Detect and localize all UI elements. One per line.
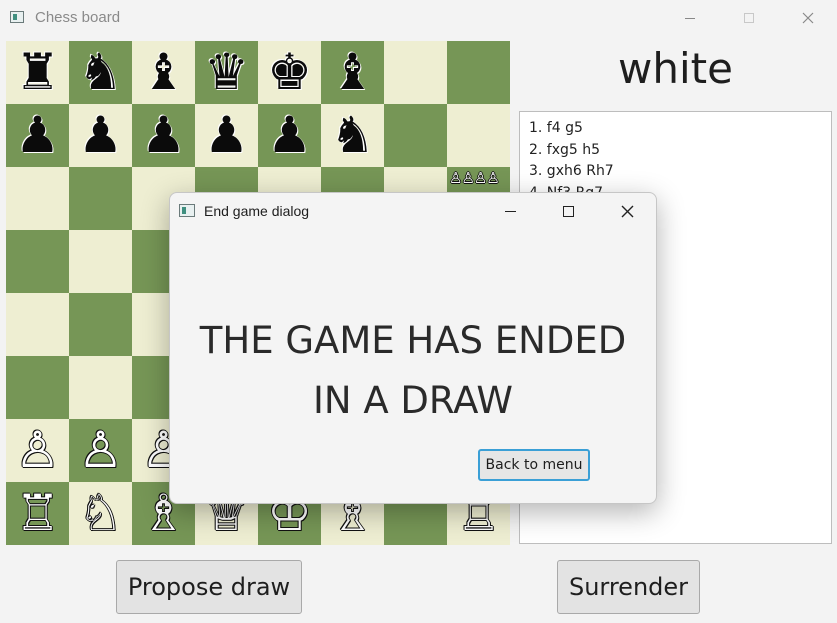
square-b7[interactable]: ♟ <box>69 104 132 167</box>
maximize-icon <box>562 205 574 217</box>
square-a5[interactable] <box>6 230 69 293</box>
chess-piece-icon[interactable]: ♟ <box>78 110 123 160</box>
propose-draw-button[interactable]: Propose draw <box>116 560 302 614</box>
square-g7[interactable] <box>384 104 447 167</box>
dialog-minimize-button[interactable] <box>490 193 530 229</box>
square-a6[interactable] <box>6 167 69 230</box>
surrender-button[interactable]: Surrender <box>557 560 700 614</box>
square-b3[interactable] <box>69 356 132 419</box>
square-b6[interactable] <box>69 167 132 230</box>
square-b2[interactable]: ♙ <box>69 419 132 482</box>
move-entry: 1. f4 g5 <box>529 120 583 136</box>
maximize-button[interactable] <box>726 0 772 36</box>
dialog-maximize-button[interactable] <box>548 193 588 229</box>
square-c7[interactable]: ♟ <box>132 104 195 167</box>
square-g8[interactable] <box>384 41 447 104</box>
turn-indicator: white <box>618 44 733 93</box>
square-a4[interactable] <box>6 293 69 356</box>
square-c8[interactable]: ♝ <box>132 41 195 104</box>
end-game-dialog: End game dialog THE GAME HAS ENDED IN A … <box>169 192 657 504</box>
dialog-titlebar: End game dialog <box>170 193 656 229</box>
square-b1[interactable]: ♘ <box>69 482 132 545</box>
square-f8[interactable]: ♝ <box>321 41 384 104</box>
chess-piece-icon[interactable]: ♝ <box>141 47 186 97</box>
close-icon <box>802 12 814 24</box>
close-icon <box>621 205 633 217</box>
chess-piece-icon[interactable]: ♙ <box>15 425 60 475</box>
square-a3[interactable] <box>6 356 69 419</box>
dialog-app-icon <box>179 204 195 217</box>
chess-piece-icon[interactable]: ♟ <box>267 110 312 160</box>
minimize-icon <box>504 210 516 212</box>
square-a1[interactable]: ♖ <box>6 482 69 545</box>
square-b8[interactable]: ♞ <box>69 41 132 104</box>
square-e7[interactable]: ♟ <box>258 104 321 167</box>
chess-piece-icon[interactable]: ♝ <box>330 47 375 97</box>
minimize-icon <box>685 17 695 19</box>
dialog-message-line: THE GAME HAS ENDED <box>199 319 627 362</box>
square-b5[interactable] <box>69 230 132 293</box>
chess-piece-icon[interactable]: ♞ <box>330 110 375 160</box>
square-b4[interactable] <box>69 293 132 356</box>
chess-piece-icon[interactable]: ♟ <box>204 110 249 160</box>
dialog-title: End game dialog <box>204 203 310 219</box>
chess-piece-icon[interactable]: ♛ <box>204 47 249 97</box>
chess-piece-icon[interactable]: ♘ <box>78 488 123 538</box>
app-icon <box>10 11 24 23</box>
square-a7[interactable]: ♟ <box>6 104 69 167</box>
square-h7[interactable] <box>447 104 510 167</box>
dialog-message-line: IN A DRAW <box>313 379 513 422</box>
chess-piece-icon[interactable]: ♖ <box>15 488 60 538</box>
square-a2[interactable]: ♙ <box>6 419 69 482</box>
square-d8[interactable]: ♛ <box>195 41 258 104</box>
move-entry: 2. fxg5 h5 <box>529 141 601 158</box>
chess-piece-icon[interactable]: ♙ <box>78 425 123 475</box>
window-title: Chess board <box>35 9 121 26</box>
minimize-button[interactable] <box>667 0 713 36</box>
window-titlebar: Chess board <box>0 0 837 36</box>
chess-piece-icon[interactable]: ♟ <box>141 110 186 160</box>
back-to-menu-button[interactable]: Back to menu <box>478 449 590 481</box>
chess-piece-icon[interactable]: ♞ <box>78 47 123 97</box>
square-e8[interactable]: ♚ <box>258 41 321 104</box>
maximize-icon <box>744 13 754 23</box>
chess-piece-icon[interactable]: ♟ <box>15 110 60 160</box>
square-h8[interactable] <box>447 41 510 104</box>
close-button[interactable] <box>785 0 831 36</box>
promotion-pieces-icon[interactable]: ♙♙♙♙ <box>449 169 500 187</box>
dialog-close-button[interactable] <box>607 193 647 229</box>
dialog-message: THE GAME HAS ENDED IN A DRAW <box>170 311 656 431</box>
square-f7[interactable]: ♞ <box>321 104 384 167</box>
move-entry: 3. gxh6 Rh7 <box>529 163 614 179</box>
chess-piece-icon[interactable]: ♜ <box>15 47 60 97</box>
square-d7[interactable]: ♟ <box>195 104 258 167</box>
square-a8[interactable]: ♜ <box>6 41 69 104</box>
chess-piece-icon[interactable]: ♚ <box>267 47 312 97</box>
